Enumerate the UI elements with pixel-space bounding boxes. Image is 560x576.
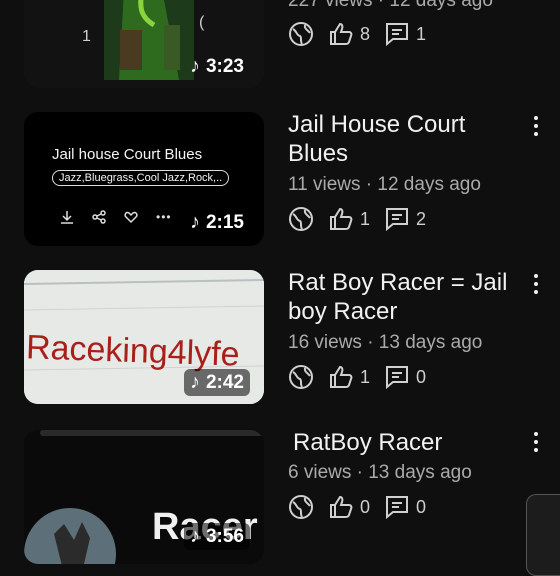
video-row[interactable]: 1 ( ♪ 3:23 227 views · 12 days ago 8 1: [0, 0, 560, 88]
video-thumbnail[interactable]: Racer ♪ 3:56: [24, 430, 264, 564]
video-meta: 227 views · 12 days ago: [288, 0, 493, 11]
video-meta: 11 views · 12 days ago: [288, 174, 481, 195]
video-meta: 16 views · 13 days ago: [288, 332, 483, 353]
more-vert-icon[interactable]: [524, 430, 548, 454]
likes-stat[interactable]: 0: [328, 494, 370, 520]
duration-badge: ♪ 2:15: [184, 209, 250, 236]
visibility-indicator[interactable]: [288, 21, 314, 47]
more-vert-icon[interactable]: [524, 272, 548, 296]
music-note-icon: ♪: [189, 211, 200, 233]
comments-stat[interactable]: 2: [384, 206, 426, 232]
globe-icon: [289, 365, 313, 389]
comments-count: 0: [416, 496, 427, 517]
video-thumbnail[interactable]: Jail house Court Blues Jazz,Bluegrass,Co…: [24, 112, 264, 246]
comments-count: 0: [416, 366, 427, 387]
globe-icon: [289, 22, 313, 46]
share-icon: [92, 210, 106, 224]
globe-icon: [289, 495, 313, 519]
likes-count: 1: [360, 366, 371, 387]
duration-text: 2:15: [205, 211, 244, 233]
comments-stat[interactable]: 0: [384, 364, 426, 390]
duration-badge: ♪ 3:56: [183, 523, 250, 550]
thumbnail-actions: •••: [60, 210, 172, 224]
video-thumbnail[interactable]: 1 ( ♪ 3:23: [24, 0, 264, 88]
video-meta: 6 views · 13 days ago: [288, 462, 472, 483]
video-row[interactable]: Jail house Court Blues Jazz,Bluegrass,Co…: [0, 88, 560, 246]
floating-panel-edge[interactable]: [526, 494, 560, 576]
video-title[interactable]: Jail House Court Blues: [288, 110, 518, 168]
comments-stat[interactable]: 0: [384, 494, 426, 520]
comment-icon: [386, 366, 409, 390]
visibility-indicator[interactable]: [288, 206, 314, 232]
video-thumbnail[interactable]: Raceking4lyfe ♪ 2:42: [24, 270, 264, 404]
duration-text: 2:42: [205, 371, 244, 393]
likes-count: 8: [360, 23, 371, 44]
comment-icon: [386, 208, 409, 232]
music-note-icon: ♪: [189, 371, 200, 393]
thumbs-up-icon: [330, 365, 353, 388]
video-title[interactable]: Rat Boy Racer = Jail boy Racer: [288, 268, 518, 326]
thumbnail-bar: [40, 430, 264, 436]
likes-stat[interactable]: 1: [328, 364, 370, 390]
video-stats: 8 1: [288, 21, 426, 47]
thumbnail-tags: Jazz,Bluegrass,Cool Jazz,Rock,..: [52, 170, 230, 186]
likes-count: 1: [360, 208, 371, 229]
thumbnail-text: Raceking4lyfe: [25, 328, 241, 374]
comments-count: 1: [416, 23, 427, 44]
video-stats: 0 0: [288, 494, 426, 520]
thumbnail-side-number: 1: [82, 28, 91, 45]
duration-badge: ♪ 3:23: [184, 53, 250, 80]
download-icon: [61, 211, 73, 224]
visibility-indicator[interactable]: [288, 364, 314, 390]
comments-stat[interactable]: 1: [384, 21, 426, 47]
duration-badge: ♪ 2:42: [183, 369, 250, 396]
video-title[interactable]: RatBoy Racer: [293, 428, 523, 457]
comment-icon: [386, 23, 409, 47]
thumbnail-title: Jail house Court Blues: [52, 146, 203, 163]
video-stats: 1 2: [288, 206, 426, 232]
music-note-icon: ♪: [189, 55, 200, 77]
video-row[interactable]: Raceking4lyfe ♪ 2:42 Rat Boy Racer = Jai…: [0, 246, 560, 404]
thumbnail-side-char: (: [199, 14, 205, 31]
likes-stat[interactable]: 8: [328, 21, 370, 47]
video-stats: 1 0: [288, 364, 426, 390]
comment-icon: [386, 496, 409, 520]
comments-count: 2: [416, 208, 427, 229]
likes-count: 0: [360, 496, 371, 517]
thumbs-up-icon: [330, 207, 353, 230]
thumbs-up-icon: [330, 22, 353, 45]
visibility-indicator[interactable]: [288, 494, 314, 520]
video-row[interactable]: Racer ♪ 3:56 RatBoy Racer 6 views · 13 d…: [0, 404, 560, 564]
more-dots: •••: [156, 210, 172, 224]
music-note-icon: ♪: [189, 525, 200, 547]
heart-icon: [124, 211, 138, 224]
thumbnail-avatar-art: [24, 508, 116, 564]
duration-text: 3:56: [205, 525, 244, 547]
duration-text: 3:23: [205, 55, 244, 77]
thumbs-up-icon: [330, 495, 353, 518]
globe-icon: [289, 207, 313, 231]
more-vert-icon[interactable]: [524, 114, 548, 138]
likes-stat[interactable]: 1: [328, 206, 370, 232]
